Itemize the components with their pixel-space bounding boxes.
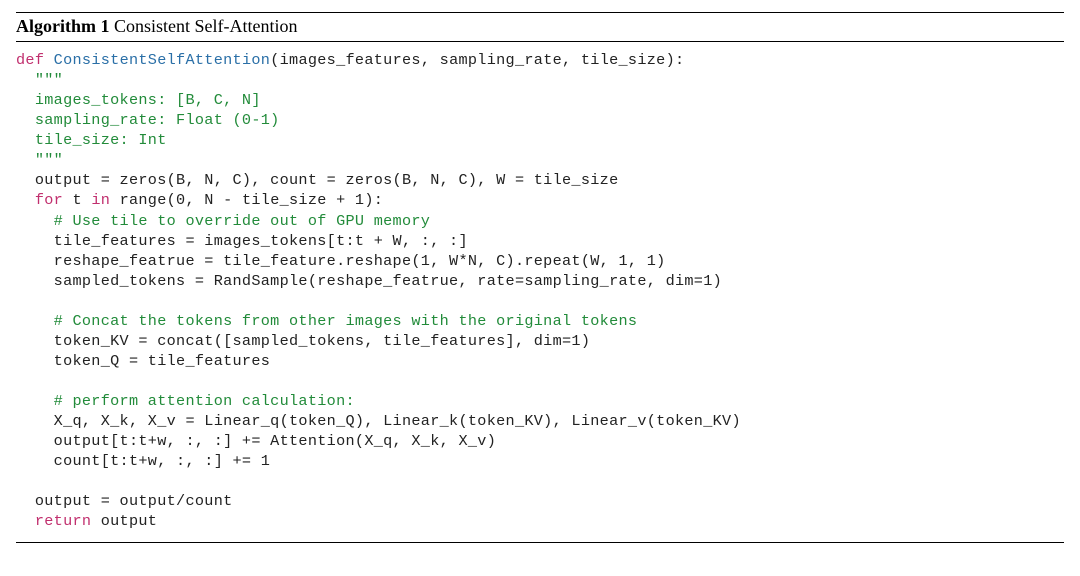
docstring-l3: tile_size: Int	[16, 131, 167, 149]
kw-in: in	[91, 191, 110, 209]
docstring-open: """	[16, 71, 63, 89]
kw-for: for	[35, 191, 63, 209]
algorithm-label: Algorithm 1	[16, 16, 110, 36]
sig-rest: (images_features, sampling_rate, tile_si…	[270, 51, 684, 69]
docstring-close: """	[16, 151, 63, 169]
blank-3	[16, 472, 25, 490]
blank-2	[16, 372, 25, 390]
kw-return: return	[35, 512, 91, 530]
comment-tile: # Use tile to override out of GPU memory	[16, 212, 430, 230]
line-reshape: reshape_featrue = tile_feature.reshape(1…	[16, 252, 666, 270]
line-sampled: sampled_tokens = RandSample(reshape_feat…	[16, 272, 722, 290]
line-linear: X_q, X_k, X_v = Linear_q(token_Q), Linea…	[16, 412, 741, 430]
kw-def: def	[16, 51, 44, 69]
docstring-l1: images_tokens: [B, C, N]	[16, 91, 261, 109]
algorithm-block: Algorithm 1 Consistent Self-Attention de…	[16, 12, 1064, 543]
comment-attn: # perform attention calculation:	[16, 392, 355, 410]
algorithm-title: Consistent Self-Attention	[114, 16, 298, 36]
line-count: count[t:t+w, :, :] += 1	[16, 452, 270, 470]
line-q: token_Q = tile_features	[16, 352, 270, 370]
return-val: output	[91, 512, 157, 530]
for-var: t	[63, 191, 91, 209]
fn-name: ConsistentSelfAttention	[54, 51, 271, 69]
line-tilefeat: tile_features = images_tokens[t:t + W, :…	[16, 232, 468, 250]
line-kv: token_KV = concat([sampled_tokens, tile_…	[16, 332, 590, 350]
rule-bottom	[16, 542, 1064, 543]
algorithm-code: def ConsistentSelfAttention(images_featu…	[16, 48, 1064, 542]
line-div: output = output/count	[16, 492, 233, 510]
line-output: output[t:t+w, :, :] += Attention(X_q, X_…	[16, 432, 496, 450]
line-init: output = zeros(B, N, C), count = zeros(B…	[16, 171, 619, 189]
rule-mid	[16, 41, 1064, 42]
algorithm-title-line: Algorithm 1 Consistent Self-Attention	[16, 13, 1064, 39]
for-range: range(0, N - tile_size + 1):	[110, 191, 383, 209]
docstring-l2: sampling_rate: Float (0-1)	[16, 111, 280, 129]
blank-1	[16, 292, 25, 310]
comment-concat: # Concat the tokens from other images wi…	[16, 312, 637, 330]
